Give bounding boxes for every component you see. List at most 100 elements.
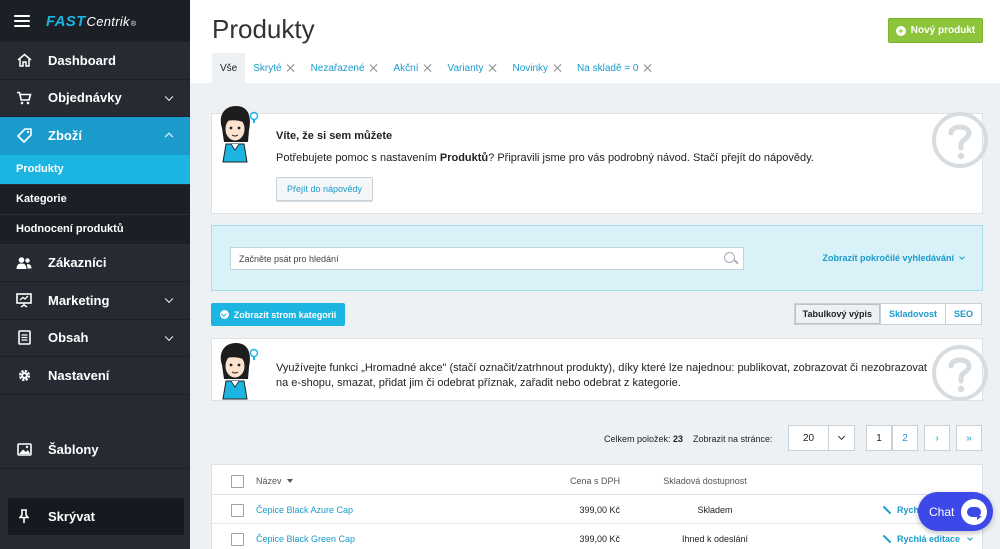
image-icon <box>16 442 32 458</box>
page-button-2[interactable]: 2 <box>892 425 918 451</box>
pager-row: Celkem položek: 23 Zobrazit na stránce: … <box>190 425 1000 451</box>
advanced-search-link[interactable]: Zobrazit pokročilé vyhledávání <box>822 253 965 263</box>
tab-vse[interactable]: Vše <box>212 53 246 83</box>
tab-label: Nezařazené <box>310 62 365 74</box>
close-icon[interactable] <box>370 64 378 72</box>
gear-icon <box>16 367 32 383</box>
products-table: Název Cena s DPH Skladová dostupnost Čep… <box>211 464 983 549</box>
chevron-down-icon <box>164 92 174 101</box>
sidebar-item-label: Marketing <box>48 292 110 308</box>
help-tip-card: Víte, že si sem můžete Potřebujete pomoc… <box>211 106 988 214</box>
sidebar-item-zbozi[interactable]: Zboží <box>0 117 190 155</box>
view-table-button[interactable]: Tabulkový výpis <box>794 304 880 324</box>
table-header: Název Cena s DPH Skladová dostupnost <box>212 465 982 495</box>
search-panel: Začněte psát pro hledání Zobrazit pokroč… <box>211 225 983 291</box>
sidebar-subitem-hodnoceni[interactable]: Hodnocení produktů <box>0 214 190 245</box>
total-count-value: 23 <box>673 434 684 444</box>
sidebar-subitem-produkty[interactable]: Produkty <box>0 154 190 185</box>
close-icon[interactable] <box>643 64 651 72</box>
users-icon <box>16 255 32 271</box>
next-page-button[interactable]: › <box>924 425 950 451</box>
table-row: Čepice Black Green Cap 399,00 Kč Ihned k… <box>212 524 982 549</box>
tab-na-sklade[interactable]: Na skladě = 0 <box>569 53 659 83</box>
chat-bubble-icon <box>961 499 987 525</box>
show-category-tree-label: Zobrazit strom kategorií <box>233 309 337 320</box>
row-checkbox[interactable] <box>231 504 244 517</box>
product-stock: Ihned k odeslání <box>681 534 749 544</box>
sidebar-item-objednavky[interactable]: Objednávky <box>0 80 190 117</box>
tab-label: Skryté <box>253 62 282 74</box>
tab-label: Vše <box>220 62 238 74</box>
sidebar-item-obsah[interactable]: Obsah <box>0 320 190 357</box>
filter-tabs: Vše Skryté Nezařazené Akční Varianty Nov… <box>212 53 659 83</box>
per-page-value: 20 <box>802 432 815 444</box>
tip-text-part: Potřebujete pomoc s nastavením <box>276 152 440 164</box>
tab-nezarazene[interactable]: Nezařazené <box>303 53 386 83</box>
mascot-girl-icon <box>220 343 259 400</box>
sidebar: FAST Centrik ® Dashboard Objednávky Zboží … <box>0 0 190 549</box>
close-icon[interactable] <box>287 64 295 72</box>
view-switch: Tabulkový výpis Skladovost SEO <box>793 303 982 325</box>
sidebar-hide-label: Skrývat <box>48 509 95 524</box>
tab-label: Akční <box>393 62 419 74</box>
go-to-help-button[interactable]: Přejít do nápovědy <box>276 177 374 201</box>
pin-icon <box>16 509 32 524</box>
tag-icon <box>16 127 32 143</box>
hamburger-menu-icon[interactable] <box>14 15 30 27</box>
chat-label: Chat <box>929 504 955 519</box>
last-page-button[interactable]: » <box>956 425 982 451</box>
sidebar-item-label: Objednávky <box>48 90 122 106</box>
sidebar-subitem-kategorie[interactable]: Kategorie <box>0 184 190 215</box>
row-checkbox[interactable] <box>231 533 244 546</box>
view-seo-button[interactable]: SEO <box>944 304 981 324</box>
search-input[interactable]: Začněte psát pro hledání <box>230 247 744 270</box>
new-product-button[interactable]: + Nový produkt <box>888 18 983 43</box>
sidebar-item-marketing[interactable]: Marketing <box>0 282 190 320</box>
product-stock: Skladem <box>697 505 733 515</box>
app-logo[interactable]: FAST Centrik ® <box>46 13 136 30</box>
select-all-checkbox[interactable] <box>231 475 244 488</box>
logo-registered-mark: ® <box>130 20 137 28</box>
cart-icon <box>16 90 32 106</box>
sidebar-hide-button[interactable]: Skrývat <box>8 498 184 535</box>
column-header-stock[interactable]: Skladová dostupnost <box>650 476 760 486</box>
search-icon[interactable] <box>724 252 735 263</box>
document-icon <box>16 330 32 346</box>
tab-skryte[interactable]: Skryté <box>245 53 302 83</box>
close-icon[interactable] <box>553 64 561 72</box>
tab-novinky[interactable]: Novinky <box>504 53 569 83</box>
close-icon[interactable] <box>488 64 496 72</box>
tab-akcni[interactable]: Akční <box>386 53 440 83</box>
logo-fast-text: FAST <box>46 12 86 30</box>
tab-label: Varianty <box>447 62 484 74</box>
quick-edit-button[interactable]: Rychlá editace <box>882 534 973 544</box>
sidebar-item-sablony[interactable]: Šablony <box>0 432 190 469</box>
show-category-tree-button[interactable]: Zobrazit strom kategorií <box>211 303 345 326</box>
view-stock-button[interactable]: Skladovost <box>879 304 945 324</box>
column-header-name[interactable]: Název <box>256 476 293 486</box>
page-button-1[interactable]: 1 <box>866 425 892 451</box>
pencil-icon <box>882 534 892 544</box>
product-name-link[interactable]: Čepice Black Azure Cap <box>256 505 353 515</box>
product-name-link[interactable]: Čepice Black Green Cap <box>256 534 355 544</box>
pencil-icon <box>882 505 892 515</box>
chat-button[interactable]: Chat <box>918 492 993 531</box>
sidebar-item-dashboard[interactable]: Dashboard <box>0 42 190 80</box>
sidebar-item-nastaveni[interactable]: Nastavení <box>0 357 190 395</box>
sidebar-item-zakaznici[interactable]: Zákazníci <box>0 245 190 282</box>
tab-varianty[interactable]: Varianty <box>440 53 505 83</box>
main-content: Produkty + Nový produkt Vše Skryté Nezař… <box>190 0 1000 549</box>
question-mark-icon <box>932 112 988 168</box>
chevron-down-icon[interactable] <box>828 426 854 450</box>
sidebar-subitem-label: Kategorie <box>16 193 67 205</box>
column-header-price[interactable]: Cena s DPH <box>550 476 620 486</box>
mascot-girl-icon <box>220 106 259 163</box>
total-count-label: Celkem položek: <box>604 434 671 444</box>
tip-text-part: ? Připravili jsme pro vás podrobný návod… <box>488 152 814 164</box>
tip-text-bold: Produktů <box>439 152 489 164</box>
close-icon[interactable] <box>424 64 432 72</box>
product-price: 399,00 Kč <box>579 534 620 544</box>
sidebar-header: FAST Centrik ® <box>0 0 190 42</box>
sidebar-item-label: Zákazníci <box>48 255 107 271</box>
per-page-select[interactable]: 20 <box>788 425 855 451</box>
